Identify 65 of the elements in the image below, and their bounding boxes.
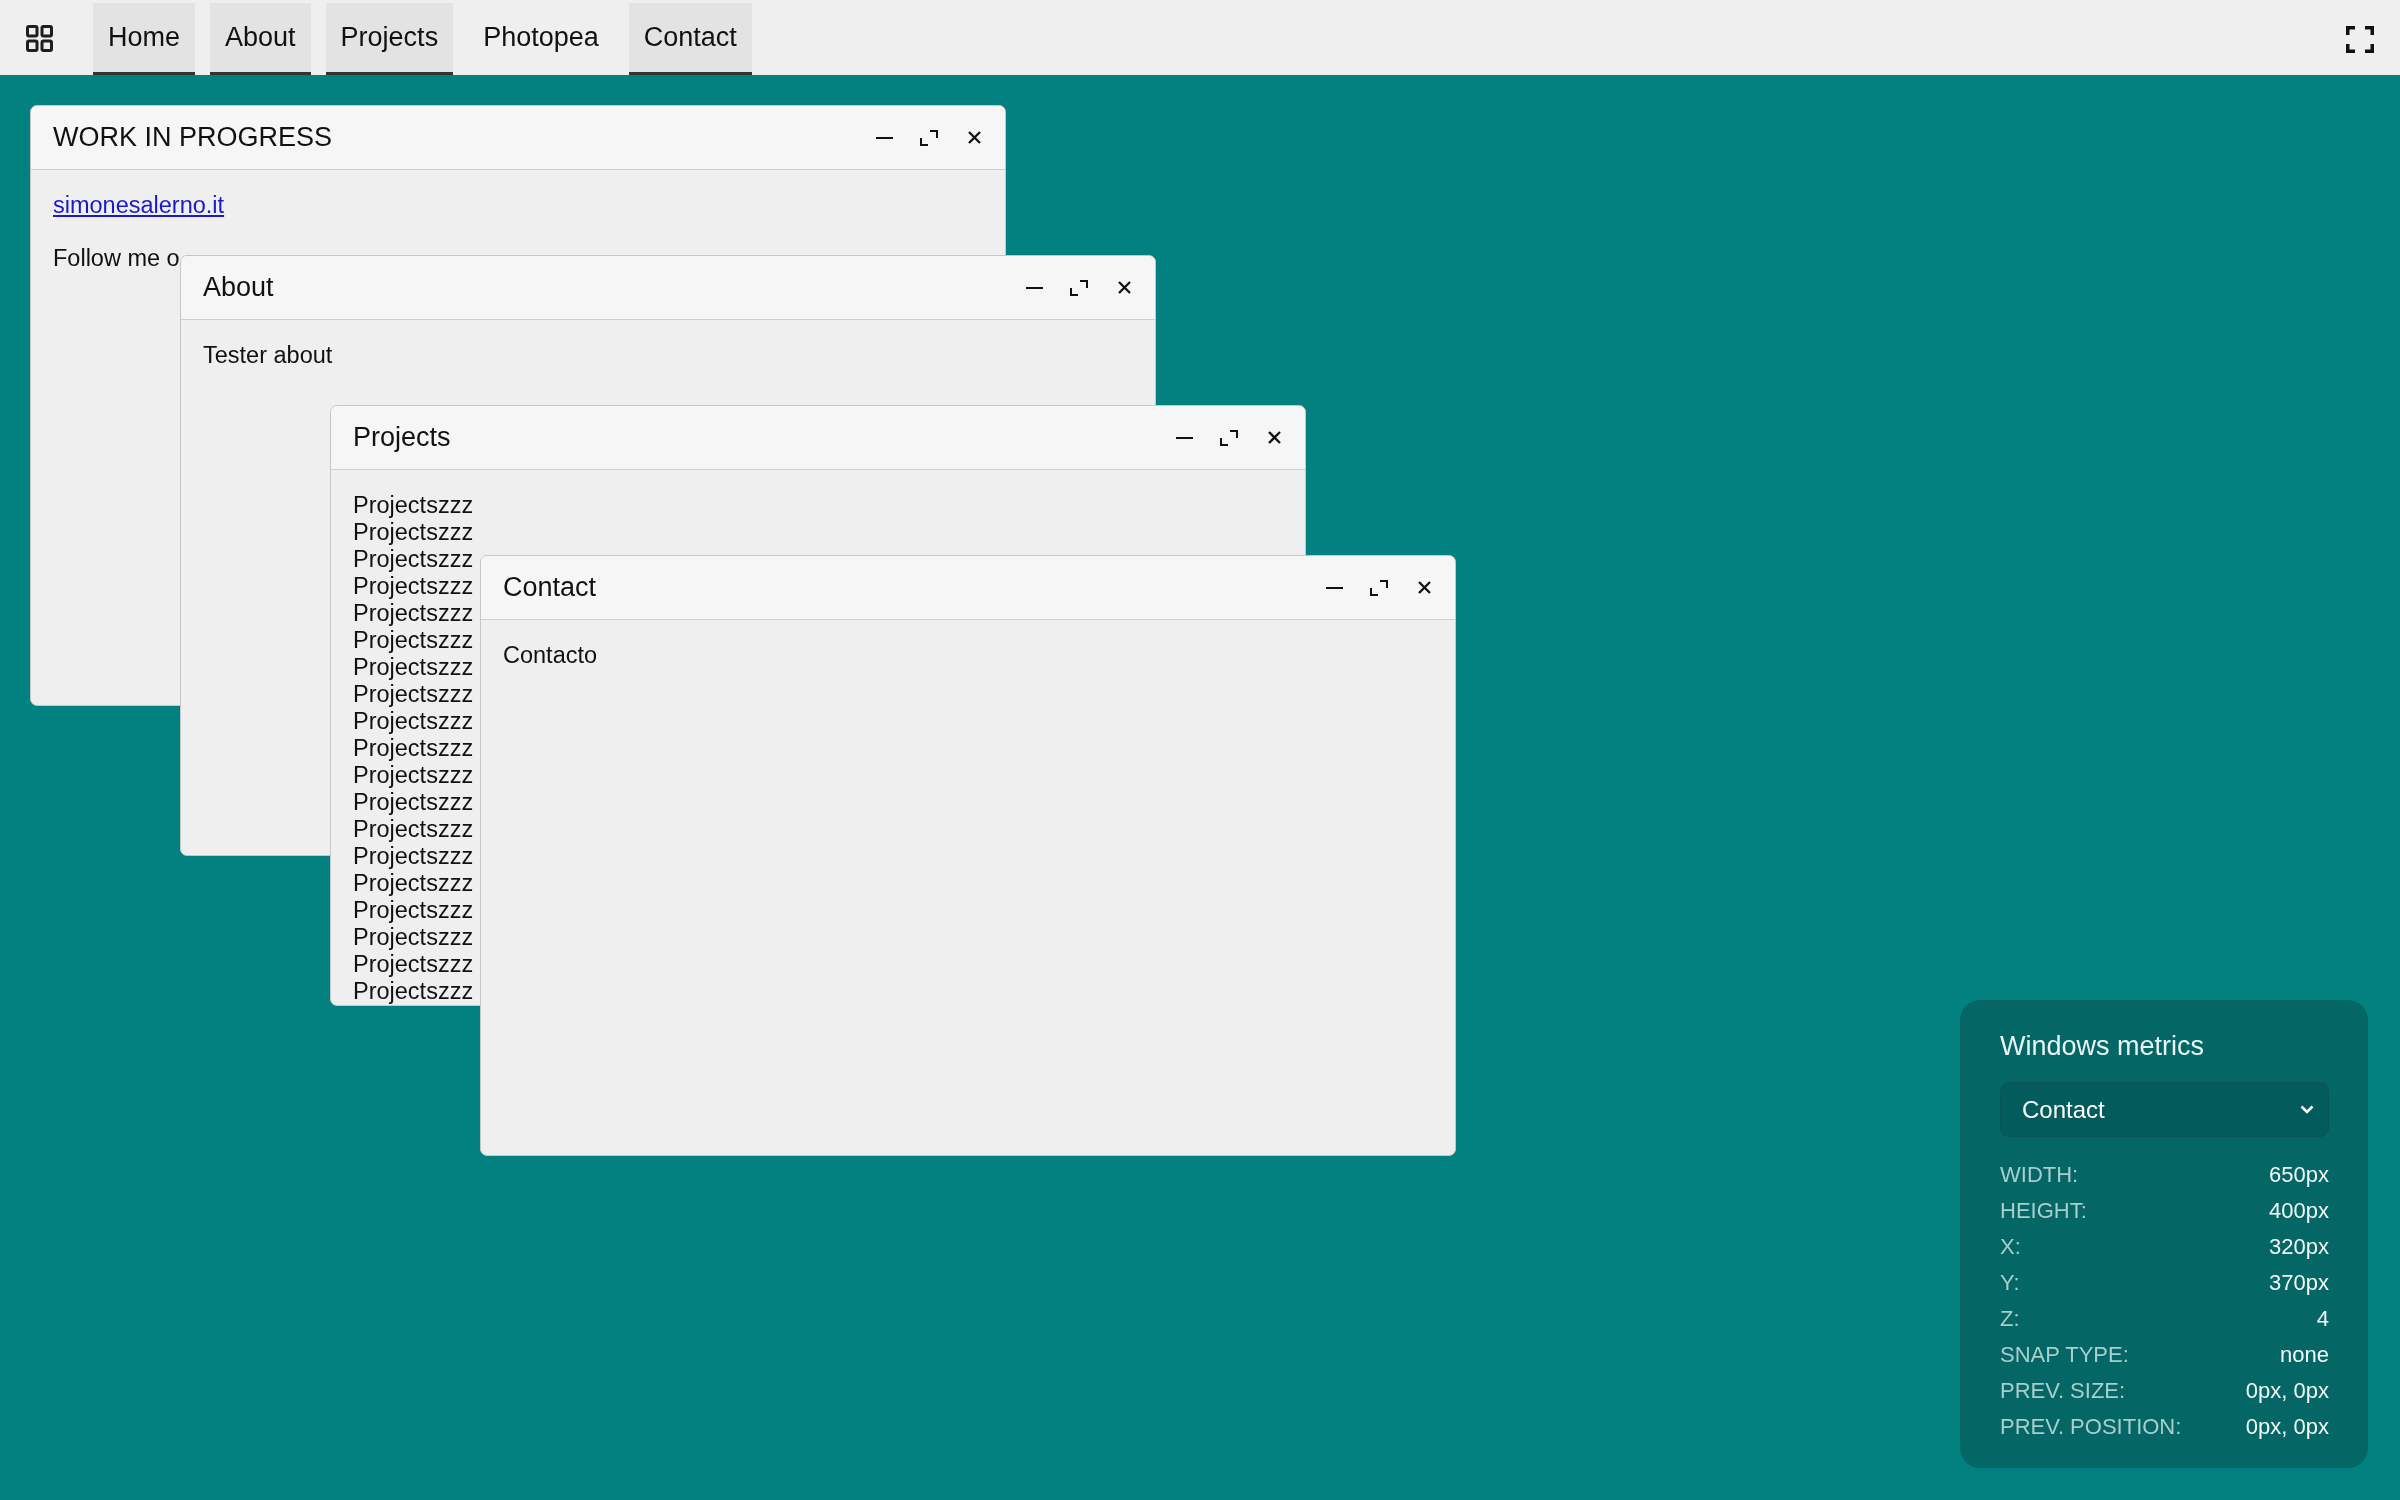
project-line: Projectszzz — [353, 843, 474, 870]
window-title: Contact — [503, 572, 597, 603]
taskbar-tab[interactable]: Projects — [325, 3, 454, 75]
taskbar-tab[interactable]: Contact — [628, 3, 752, 75]
minimize-icon[interactable] — [1176, 436, 1193, 439]
project-line: Projectszzz — [353, 924, 474, 951]
project-line: Projectszzz — [353, 789, 474, 816]
project-line: Projectszzz — [353, 573, 474, 600]
taskbar-tab[interactable]: Home — [93, 3, 196, 75]
metric-label: Z: — [2000, 1306, 2020, 1332]
metric-value: none — [2280, 1342, 2329, 1368]
project-line: Projectszzz — [353, 654, 474, 681]
metric-value: 400px — [2269, 1198, 2329, 1224]
website-link[interactable]: simonesalerno.it — [53, 192, 225, 219]
taskbar-tab[interactable]: About — [210, 3, 311, 75]
metric-value: 4 — [2316, 1306, 2329, 1332]
window-title: About — [203, 272, 274, 303]
project-line: Projectszzz — [353, 546, 474, 573]
project-line: Projectszzz — [353, 681, 474, 708]
project-line: Projectszzz — [353, 735, 474, 762]
metric-value: 0px, 0px — [2245, 1378, 2329, 1404]
grid-icon[interactable] — [26, 25, 53, 52]
maximize-icon[interactable] — [1220, 429, 1238, 446]
metric-label: HEIGHT: — [2000, 1198, 2087, 1224]
metric-value: 0px, 0px — [2245, 1414, 2329, 1440]
minimize-icon[interactable] — [1326, 586, 1343, 589]
metric-label: WIDTH: — [2000, 1162, 2079, 1188]
taskbar-tab[interactable]: Photopea — [468, 3, 614, 75]
project-line: Projectszzz — [353, 951, 474, 978]
chevron-down-icon — [2300, 1105, 2314, 1114]
project-line: Projectszzz — [353, 816, 474, 843]
project-line: Projectszzz — [353, 519, 474, 546]
metric-label: PREV. SIZE: — [2000, 1378, 2126, 1404]
minimize-icon[interactable] — [1026, 286, 1043, 289]
window-title: WORK IN PROGRESS — [53, 122, 333, 153]
window-select[interactable]: Contact — [2000, 1082, 2329, 1137]
metric-label: PREV. POSITION: — [2000, 1414, 2182, 1440]
close-icon[interactable] — [1268, 431, 1281, 444]
maximize-icon[interactable] — [1370, 579, 1388, 596]
window-text: Tester about — [203, 342, 333, 369]
minimize-icon[interactable] — [876, 136, 893, 139]
maximize-icon[interactable] — [920, 129, 938, 146]
project-line: Projectszzz — [353, 762, 474, 789]
project-line: Projectszzz — [353, 492, 474, 519]
metric-label: Y: — [2000, 1270, 2020, 1296]
metric-label: X: — [2000, 1234, 2021, 1260]
window-text: Contacto — [503, 642, 598, 669]
window-text: Follow me o — [53, 245, 180, 272]
project-line: Projectszzz — [353, 978, 474, 1005]
project-line: Projectszzz — [353, 870, 474, 897]
metric-value: 320px — [2269, 1234, 2329, 1260]
close-icon[interactable] — [1118, 281, 1131, 294]
maximize-icon[interactable] — [1070, 279, 1088, 296]
metric-value: 650px — [2269, 1162, 2329, 1188]
close-icon[interactable] — [968, 131, 981, 144]
window-title: Projects — [353, 422, 451, 453]
panel-title: Windows metrics — [2000, 1031, 2205, 1062]
project-line: Projectszzz — [353, 708, 474, 735]
project-line: Projectszzz — [353, 897, 474, 924]
project-line: Projectszzz — [353, 600, 474, 627]
metric-value: 370px — [2269, 1270, 2329, 1296]
project-line: Projectszzz — [353, 627, 474, 654]
metric-label: SNAP TYPE: — [2000, 1342, 2129, 1368]
close-icon[interactable] — [1418, 581, 1431, 594]
fullscreen-icon[interactable] — [2346, 26, 2374, 53]
